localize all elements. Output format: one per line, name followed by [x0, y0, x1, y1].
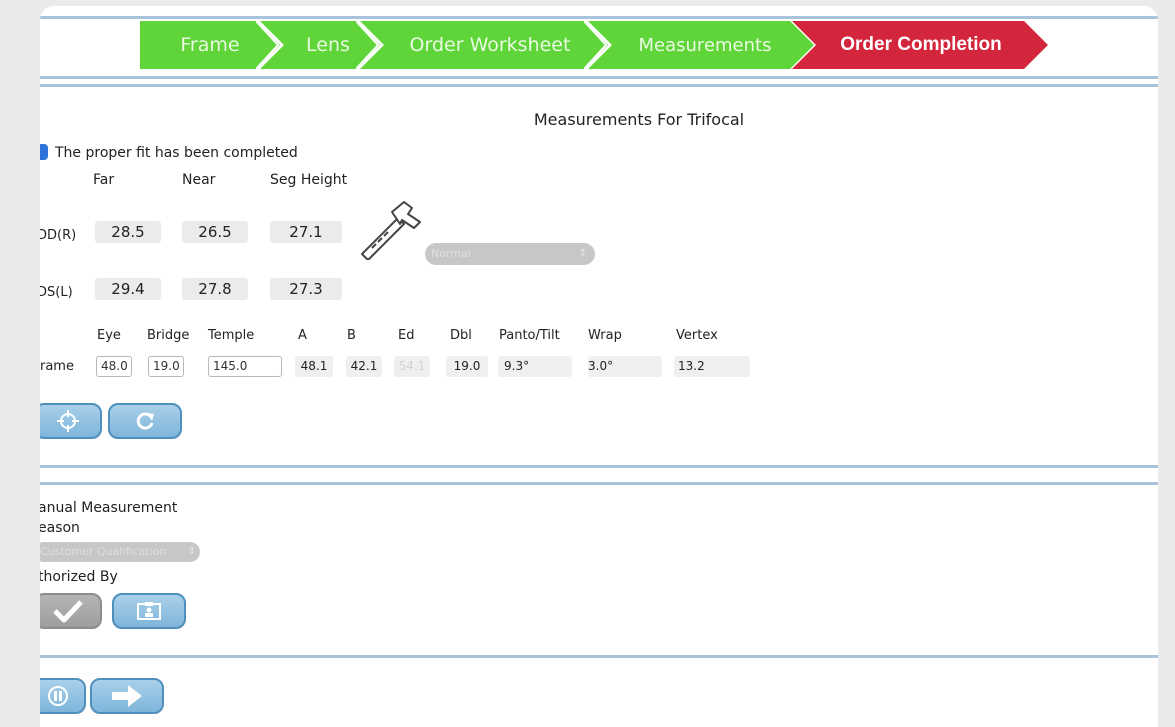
- reason-chevron-icon: ⇕: [187, 546, 196, 557]
- arrow-right-icon: [112, 685, 142, 707]
- hdr-wrap: Wrap: [588, 328, 622, 343]
- next-button[interactable]: [90, 678, 164, 714]
- measure-button[interactable]: [40, 403, 102, 439]
- mode-select[interactable]: Normal ⇕: [425, 243, 595, 265]
- vertex-value: 13.2: [674, 356, 750, 377]
- hdr-b: B: [347, 328, 356, 343]
- wrap-value: 3.0°: [588, 356, 662, 377]
- refresh-icon: [136, 412, 154, 430]
- temple-input[interactable]: 145.0: [208, 356, 282, 377]
- step-order-worksheet[interactable]: Order Worksheet: [360, 21, 608, 69]
- fit-label: The proper fit has been completed: [55, 145, 298, 161]
- eye-input[interactable]: 48.0: [96, 356, 132, 377]
- breadcrumb-divider-2: [40, 84, 1158, 87]
- panto-value: 9.3°: [498, 356, 572, 377]
- reason-select[interactable]: Customer Qualification ⇕: [40, 542, 200, 562]
- hdr-ed: Ed: [398, 328, 415, 343]
- os-seg-height: 27.3: [270, 278, 342, 300]
- approve-button[interactable]: [40, 593, 102, 629]
- caliper-icon[interactable]: [358, 200, 424, 260]
- hdr-eye: Eye: [97, 328, 121, 343]
- pause-button[interactable]: [40, 678, 86, 714]
- breadcrumb-divider-1: [40, 76, 1158, 79]
- os-label: DS(L): [40, 285, 73, 300]
- pause-icon: [48, 686, 68, 706]
- reason-label: eason: [40, 520, 80, 536]
- step-order-completion-label: Order Completion: [840, 34, 1002, 55]
- top-divider: [40, 16, 1158, 19]
- checkmark-icon: [53, 600, 83, 623]
- refresh-button[interactable]: [108, 403, 182, 439]
- od-label: DD(R): [40, 228, 77, 243]
- measurements-title: Measurements For Trifocal: [533, 110, 745, 129]
- hdr-vertex: Vertex: [676, 328, 718, 343]
- step-measurements-label: Measurements: [638, 35, 772, 56]
- hdr-panto-tilt: Panto/Tilt: [499, 328, 560, 343]
- section-divider-1: [40, 465, 1158, 468]
- os-near: 27.8: [182, 278, 248, 300]
- reason-select-value: Customer Qualification: [40, 545, 167, 558]
- mode-select-value: Normal: [431, 247, 471, 260]
- authorized-label: thorized By: [40, 569, 118, 585]
- section-divider-2: [40, 482, 1158, 485]
- crosshair-icon: [57, 410, 79, 432]
- frame-label: rame: [40, 359, 74, 374]
- ed-value: 54.1: [394, 356, 430, 377]
- hdr-bridge: Bridge: [147, 328, 190, 343]
- id-card-icon: [137, 602, 161, 620]
- bridge-input[interactable]: 19.0: [148, 356, 184, 377]
- od-near: 26.5: [182, 221, 248, 243]
- section-divider-3: [40, 655, 1158, 658]
- id-card-button[interactable]: [112, 593, 186, 629]
- manual-heading: anual Measurement: [40, 500, 178, 516]
- col-seg-height: Seg Height: [270, 172, 348, 188]
- b-value: 42.1: [346, 356, 382, 377]
- step-order-worksheet-label: Order Worksheet: [409, 34, 571, 56]
- dbl-value: 19.0: [446, 356, 488, 377]
- step-frame[interactable]: Frame: [140, 21, 280, 69]
- app-window: Frame Lens Order Worksheet Measurements …: [40, 6, 1158, 727]
- step-measurements[interactable]: Measurements: [588, 21, 814, 69]
- hdr-a: A: [298, 328, 307, 343]
- od-seg-height: 27.1: [270, 221, 342, 243]
- hdr-dbl: Dbl: [450, 328, 472, 343]
- step-lens-label: Lens: [306, 34, 350, 56]
- col-far: Far: [93, 172, 115, 188]
- fit-checkbox[interactable]: [40, 144, 48, 160]
- step-frame-label: Frame: [180, 34, 240, 56]
- select-chevron-icon: ⇕: [578, 248, 587, 259]
- col-near: Near: [182, 172, 216, 188]
- od-far: 28.5: [95, 221, 161, 243]
- hdr-temple: Temple: [208, 328, 255, 343]
- step-order-completion[interactable]: Order Completion: [792, 21, 1048, 69]
- os-far: 29.4: [95, 278, 161, 300]
- a-value: 48.1: [295, 356, 333, 377]
